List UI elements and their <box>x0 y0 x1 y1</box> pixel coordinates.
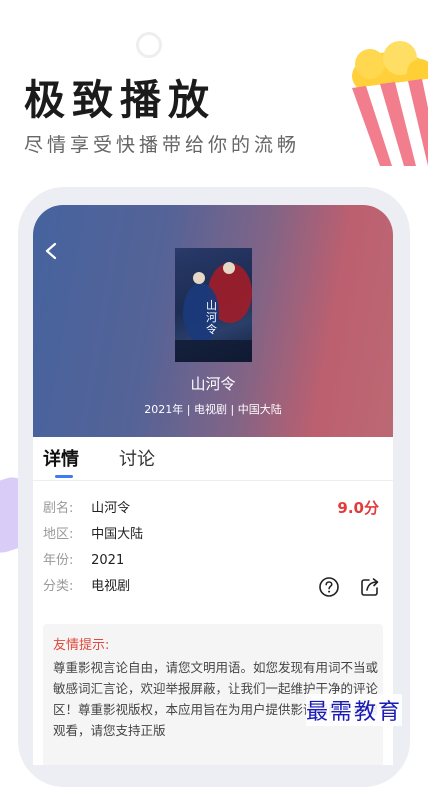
show-title: 山河令 <box>190 375 236 393</box>
info-panel: 剧名: 山河令 地区: 中国大陆 年份: 2021 分类: 电视剧 9.0分 <box>33 481 393 609</box>
info-row-category: 分类: 电视剧 <box>43 575 130 594</box>
detail-tabs: 详情 讨论 <box>33 437 393 481</box>
poster-title: 山河令 <box>206 299 217 336</box>
tip-title: 友情提示: <box>53 638 110 653</box>
active-tab-indicator <box>55 475 73 478</box>
watermark: 最需教育 <box>306 694 403 726</box>
info-value: 电视剧 <box>91 579 131 594</box>
info-value: 山河令 <box>91 501 131 516</box>
promo-headline: 极致播放 <box>24 76 216 124</box>
detail-header: 山河令 山河令 2021年 | 电视剧 | 中国大陆 <box>33 205 393 437</box>
rating-score: 9.0分 <box>337 499 379 517</box>
info-row-region: 地区: 中国大陆 <box>43 523 143 542</box>
tab-discussion[interactable]: 讨论 <box>119 445 155 471</box>
show-meta: 2021年 | 电视剧 | 中国大陆 <box>144 403 282 416</box>
popcorn-icon <box>352 41 428 166</box>
tab-details[interactable]: 详情 <box>43 445 79 471</box>
info-label: 分类: <box>43 579 74 594</box>
back-arrow-icon[interactable] <box>43 241 61 261</box>
promo-subheadline: 尽情享受快播带给你的流畅 <box>24 134 301 156</box>
info-row-year: 年份: 2021 <box>43 549 124 568</box>
info-value: 中国大陆 <box>91 527 144 542</box>
info-label: 地区: <box>43 527 74 542</box>
share-icon[interactable] <box>359 576 381 598</box>
info-row-name: 剧名: 山河令 <box>43 497 130 516</box>
poster-image[interactable]: 山河令 <box>175 248 252 362</box>
info-value: 2021 <box>91 553 125 568</box>
phone-screen: 山河令 山河令 2021年 | 电视剧 | 中国大陆 详情 讨论 剧名: 山河令… <box>33 205 393 765</box>
info-label: 剧名: <box>43 501 74 516</box>
info-label: 年份: <box>43 553 74 568</box>
decor-circle <box>136 32 162 58</box>
help-icon[interactable] <box>318 576 340 598</box>
